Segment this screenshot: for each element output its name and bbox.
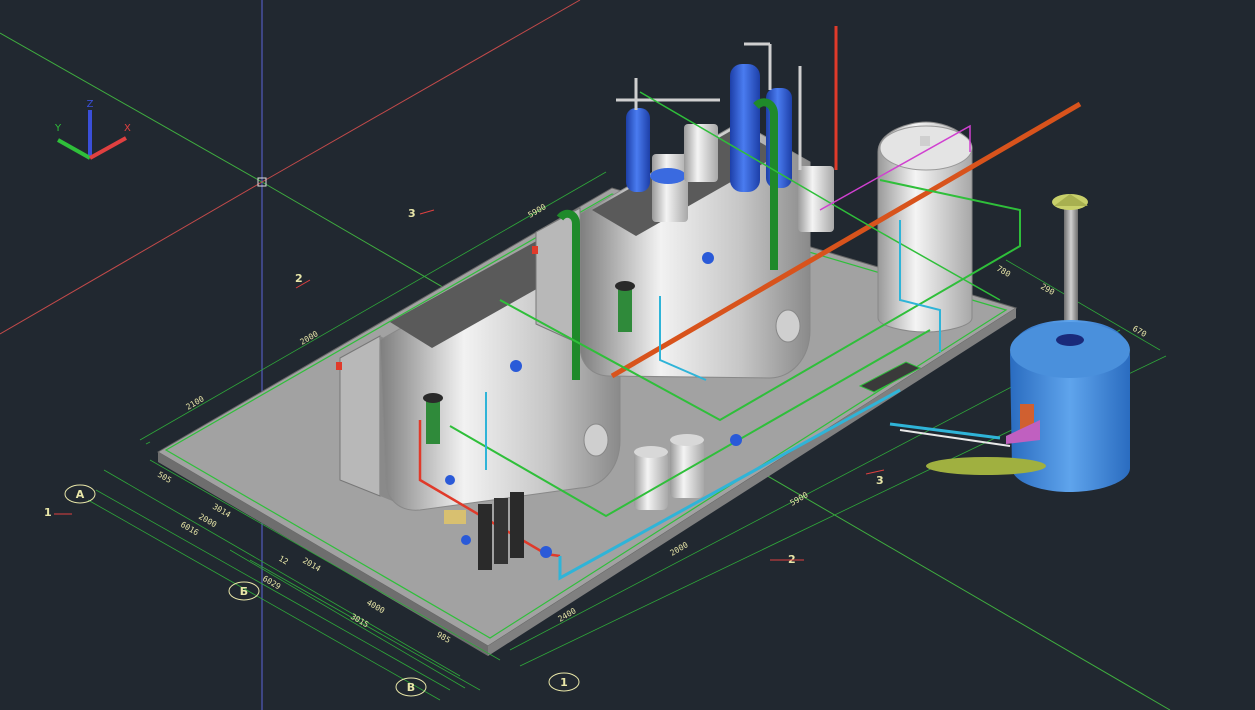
cad-3d-viewport[interactable]: Z Y X 5900 2000 2100 2000 2400 5900 780 … (0, 0, 1255, 710)
dim-front-2000: 2000 (669, 540, 690, 558)
grid-bubble-v: В (407, 681, 415, 694)
dim-left-2000b: 2000 (197, 512, 218, 530)
dim-left-2100: 2100 (185, 394, 206, 412)
dim-left-2000: 2000 (299, 329, 320, 347)
section-mark-3: 3 (408, 207, 416, 220)
ucs-icon: Z Y X (54, 99, 131, 160)
section-mark-1: 1 (44, 506, 52, 519)
ucs-y-label: Y (54, 123, 62, 134)
dim-left-12: 12 (277, 554, 290, 567)
grid-bubble-one: 1 (560, 676, 568, 689)
dim-left-4000: 4000 (365, 598, 386, 616)
dim-left-6016: 6016 (179, 520, 200, 538)
grid-bubble-a: A (76, 488, 85, 501)
dim-left-3015: 3015 (349, 612, 370, 630)
grid-bubble-b: Б (240, 585, 248, 598)
dim-right-780: 780 (995, 264, 1012, 279)
section-mark-2: 2 (295, 272, 303, 285)
dim-top-5900: 5900 (527, 202, 548, 220)
dim-left-2014: 2014 (301, 556, 322, 574)
ucs-x-label: X (124, 123, 131, 134)
dim-right-670: 670 (1131, 324, 1148, 339)
dim-right-290: 290 (1039, 282, 1056, 297)
dim-front-5900: 5900 (789, 490, 810, 508)
dim-left-3014: 3014 (211, 502, 232, 520)
section-mark-3b: 3 (876, 474, 884, 487)
ucs-z-label: Z (87, 99, 94, 110)
